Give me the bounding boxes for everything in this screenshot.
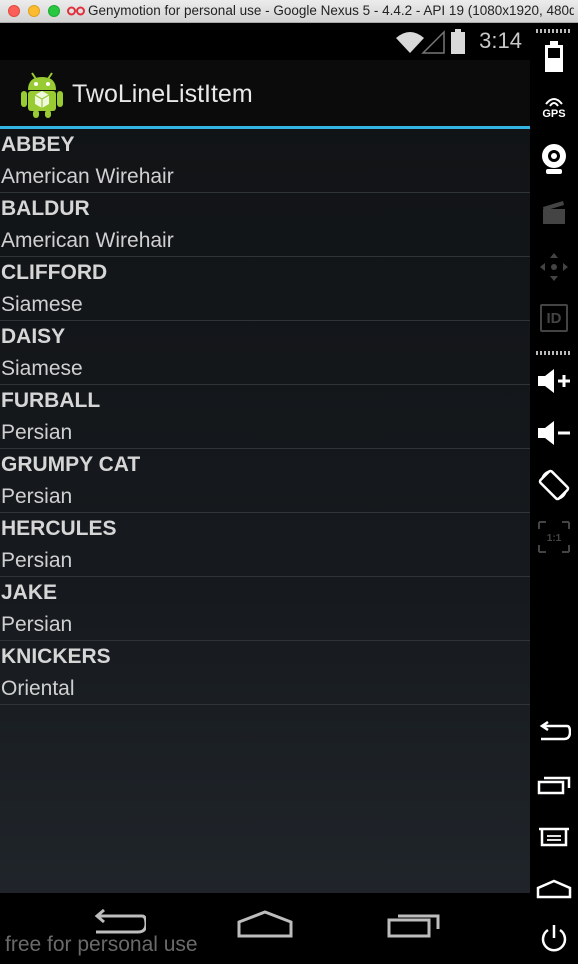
device-id-icon: ID	[540, 304, 568, 332]
volume-up-button[interactable]	[530, 361, 578, 401]
nav-home-icon[interactable]	[236, 909, 294, 939]
watermark-text: free for personal use	[5, 933, 198, 956]
list-item-subtitle: Siamese	[1, 293, 83, 316]
power-icon	[541, 925, 567, 952]
list-item-subtitle: Persian	[1, 549, 73, 572]
list-item-title: JAKE	[1, 581, 58, 604]
remote-control-icon	[540, 253, 568, 281]
genymotion-side-panel: GPS ID 1:1	[530, 23, 578, 964]
list-item-subtitle: American Wirehair	[1, 229, 174, 252]
cell-signal-icon	[421, 30, 445, 54]
gps-widget-button[interactable]: GPS	[530, 89, 578, 127]
list-item-subtitle: Persian	[1, 613, 73, 636]
panel-separator	[536, 351, 572, 355]
list-item-subtitle: Oriental	[1, 677, 75, 700]
nav-recent-apps-icon[interactable]	[386, 909, 442, 939]
list-item-subtitle: Persian	[1, 421, 73, 444]
zoom-window-button[interactable]	[48, 5, 60, 17]
list-item-title: ABBEY	[1, 133, 75, 156]
screencast-icon	[543, 201, 565, 224]
list-item-title: GRUMPY CAT	[1, 453, 141, 476]
device-id-widget-button[interactable]: ID	[530, 299, 578, 337]
navigation-bar: free for personal use	[0, 893, 530, 964]
panel-grip	[536, 29, 572, 33]
remote-control-widget-button[interactable]	[530, 247, 578, 287]
list-item[interactable]: FURBALL Persian	[0, 385, 530, 449]
list-item[interactable]: KNICKERS Oriental	[0, 641, 530, 705]
battery-status-icon	[451, 29, 465, 54]
rotate-device-button[interactable]	[530, 465, 578, 505]
status-icons	[394, 29, 465, 60]
recent-apps-icon	[537, 776, 571, 795]
list-item[interactable]: ABBEY American Wirehair	[0, 129, 530, 193]
close-window-button[interactable]	[8, 5, 20, 17]
list-item[interactable]: BALDUR American Wirehair	[0, 193, 530, 257]
pixel-perfect-label: 1:1	[547, 533, 562, 544]
window-titlebar: Genymotion for personal use - Google Nex…	[0, 0, 578, 23]
gps-label: GPS	[542, 108, 566, 120]
panel-home-button[interactable]	[530, 869, 578, 909]
panel-recent-apps-button[interactable]	[530, 765, 578, 805]
webcam-widget-button[interactable]	[530, 139, 578, 179]
list-item[interactable]: HERCULES Persian	[0, 513, 530, 577]
menu-icon	[539, 827, 569, 847]
list-item-subtitle: Persian	[1, 485, 73, 508]
list-item-title: BALDUR	[1, 197, 90, 220]
action-bar: TwoLineListItem	[0, 60, 530, 127]
volume-up-icon	[538, 369, 570, 393]
webcam-icon	[542, 144, 566, 174]
cat-list: ABBEY American Wirehair BALDUR American …	[0, 129, 530, 705]
panel-back-button[interactable]	[530, 713, 578, 753]
device-screen: 3:14 TwoLineListItem ABBEY American Wire…	[0, 23, 530, 964]
list-item[interactable]: CLIFFORD Siamese	[0, 257, 530, 321]
list-item-title: FURBALL	[1, 389, 101, 412]
panel-power-button[interactable]	[530, 919, 578, 959]
gps-icon	[545, 98, 563, 107]
volume-down-icon	[538, 421, 570, 445]
back-icon	[539, 721, 571, 741]
minimize-window-button[interactable]	[28, 5, 40, 17]
battery-widget-button[interactable]	[530, 37, 578, 77]
status-time: 3:14	[479, 28, 522, 53]
genymotion-logo-icon	[67, 6, 85, 16]
window-title: Genymotion for personal use - Google Nex…	[88, 3, 574, 18]
pixel-perfect-button[interactable]: 1:1	[530, 517, 578, 557]
list-item[interactable]: GRUMPY CAT Persian	[0, 449, 530, 513]
home-icon	[536, 879, 572, 899]
panel-menu-button[interactable]	[530, 817, 578, 857]
wifi-icon	[396, 32, 424, 53]
battery-icon	[545, 41, 563, 72]
list-item-title: DAISY	[1, 325, 66, 348]
list-item[interactable]: JAKE Persian	[0, 577, 530, 641]
volume-down-button[interactable]	[530, 413, 578, 453]
android-app-icon[interactable]	[20, 70, 64, 118]
app-title: TwoLineListItem	[72, 80, 253, 108]
list-item-subtitle: American Wirehair	[1, 165, 174, 188]
pixel-perfect-icon: 1:1	[538, 521, 570, 553]
list-item-title: CLIFFORD	[1, 261, 108, 284]
screencast-widget-button[interactable]	[530, 193, 578, 231]
list-item-subtitle: Siamese	[1, 357, 83, 380]
rotate-icon	[538, 469, 570, 501]
list-item[interactable]: DAISY Siamese	[0, 321, 530, 385]
list-item-title: KNICKERS	[1, 645, 111, 668]
status-bar: 3:14	[0, 23, 530, 60]
list-item-title: HERCULES	[1, 517, 117, 540]
